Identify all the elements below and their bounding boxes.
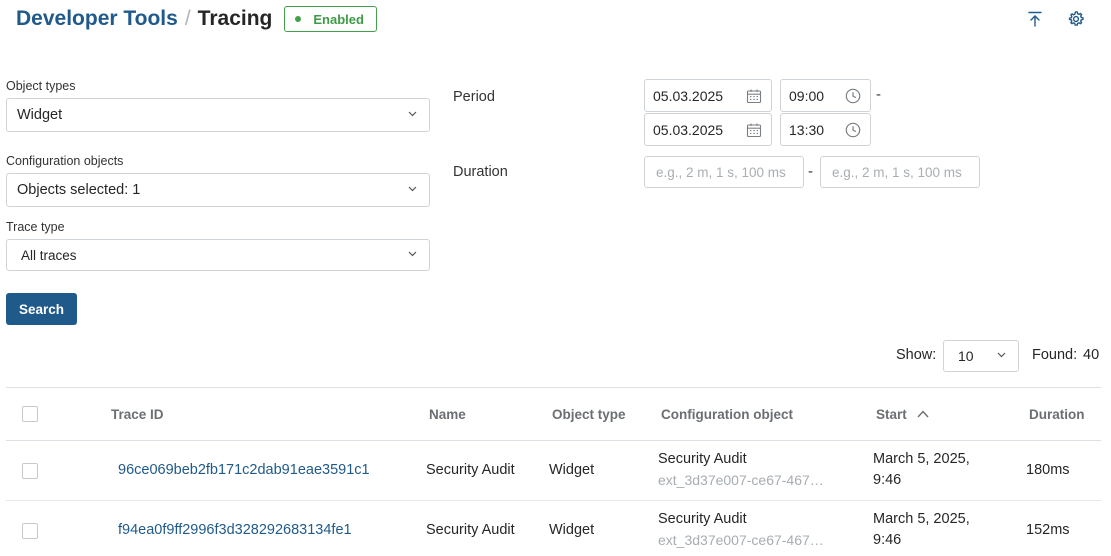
traces-table: Trace ID Name Object type Configuration …	[6, 387, 1101, 556]
trace-id-link[interactable]: f94ea0f9ff2996f3d328292683134fe1	[118, 522, 352, 538]
column-configuration-object[interactable]: Configuration object	[661, 407, 793, 422]
row-start-date: March 5, 2025,	[873, 511, 970, 527]
trace-id-link[interactable]: 96ce069beb2fb171c2dab91eae3591c1	[118, 462, 370, 478]
duration-label: Duration	[453, 164, 508, 180]
period-to-date-value: 05.03.2025	[653, 121, 724, 138]
row-name: Security Audit	[426, 462, 515, 478]
configuration-objects-value: Objects selected: 1	[17, 182, 141, 198]
page-title: Tracing	[197, 7, 273, 30]
chevron-down-icon	[408, 111, 417, 117]
period-from-date-value: 05.03.2025	[653, 87, 724, 104]
row-config-code: ext_3d37e007-ce67-467…	[658, 472, 824, 488]
row-duration: 180ms	[1026, 462, 1070, 478]
found-count: 40	[1083, 347, 1100, 363]
calendar-icon	[746, 89, 762, 104]
status-badge: Enabled	[284, 6, 377, 32]
gear-icon[interactable]	[1067, 10, 1085, 28]
sort-ascending-icon	[917, 410, 929, 418]
select-all-checkbox[interactable]	[22, 406, 38, 422]
row-checkbox[interactable]	[22, 463, 38, 479]
page-size-value: 10	[958, 348, 974, 364]
status-badge-label: Enabled	[313, 11, 364, 27]
period-to-date-field[interactable]: 05.03.2025	[644, 113, 772, 146]
page-size-select[interactable]: 10	[943, 340, 1019, 372]
duration-separator: -	[808, 163, 813, 180]
breadcrumb-developer-tools[interactable]: Developer Tools	[16, 7, 178, 31]
column-duration[interactable]: Duration	[1029, 407, 1085, 422]
row-object-type: Widget	[549, 462, 595, 478]
object-types-select[interactable]: Widget	[6, 98, 430, 132]
column-start-label: Start	[876, 407, 907, 422]
row-duration: 152ms	[1026, 522, 1070, 538]
row-name: Security Audit	[426, 522, 515, 538]
period-from-time-field[interactable]: 09:00	[780, 79, 871, 112]
trace-type-label: Trace type	[6, 220, 65, 234]
table-row[interactable]: f94ea0f9ff2996f3d328292683134fe1 Securit…	[6, 501, 1101, 556]
row-start-time: 9:46	[873, 472, 902, 488]
duration-to-input[interactable]	[820, 156, 980, 188]
export-icon[interactable]	[1026, 10, 1044, 28]
trace-type-select[interactable]: All traces	[6, 239, 430, 271]
configuration-objects-select[interactable]: Objects selected: 1	[6, 173, 430, 207]
period-from-date-field[interactable]: 05.03.2025	[644, 79, 772, 112]
table-header: Trace ID Name Object type Configuration …	[6, 387, 1101, 441]
period-from-time-value: 09:00	[789, 87, 825, 104]
column-object-type[interactable]: Object type	[552, 407, 626, 422]
object-types-label: Object types	[6, 79, 76, 93]
column-start[interactable]: Start	[876, 407, 929, 422]
chevron-down-icon	[408, 186, 417, 192]
period-to-time-value: 13:30	[789, 121, 825, 138]
clock-icon	[845, 88, 861, 104]
row-checkbox[interactable]	[22, 523, 38, 539]
chevron-down-icon	[408, 251, 417, 257]
status-dot-icon	[295, 16, 302, 22]
duration-from-input[interactable]	[644, 156, 804, 188]
row-config-code: ext_3d37e007-ce67-467…	[658, 532, 824, 548]
period-to-time-field[interactable]: 13:30	[780, 113, 871, 146]
calendar-icon	[746, 123, 762, 138]
configuration-objects-label: Configuration objects	[6, 154, 124, 168]
row-config-name: Security Audit	[658, 451, 747, 467]
period-separator: -	[876, 86, 881, 103]
column-name[interactable]: Name	[429, 407, 466, 422]
table-row[interactable]: 96ce069beb2fb171c2dab91eae3591c1 Securit…	[6, 441, 1101, 501]
chevron-down-icon	[997, 352, 1006, 358]
row-object-type: Widget	[549, 522, 595, 538]
found-label: Found:	[1032, 347, 1078, 363]
clock-icon	[845, 122, 861, 138]
row-config-name: Security Audit	[658, 511, 747, 527]
page-header: Developer Tools / Tracing Enabled	[16, 6, 377, 32]
row-start-time: 9:46	[873, 532, 902, 548]
show-label: Show:	[896, 347, 937, 363]
search-button[interactable]: Search	[6, 293, 77, 325]
period-label: Period	[453, 89, 495, 105]
trace-type-value: All traces	[21, 247, 77, 263]
row-start-date: March 5, 2025,	[873, 451, 970, 467]
object-types-value: Widget	[17, 107, 63, 123]
column-trace-id[interactable]: Trace ID	[111, 407, 164, 422]
breadcrumb-separator: /	[184, 7, 191, 30]
